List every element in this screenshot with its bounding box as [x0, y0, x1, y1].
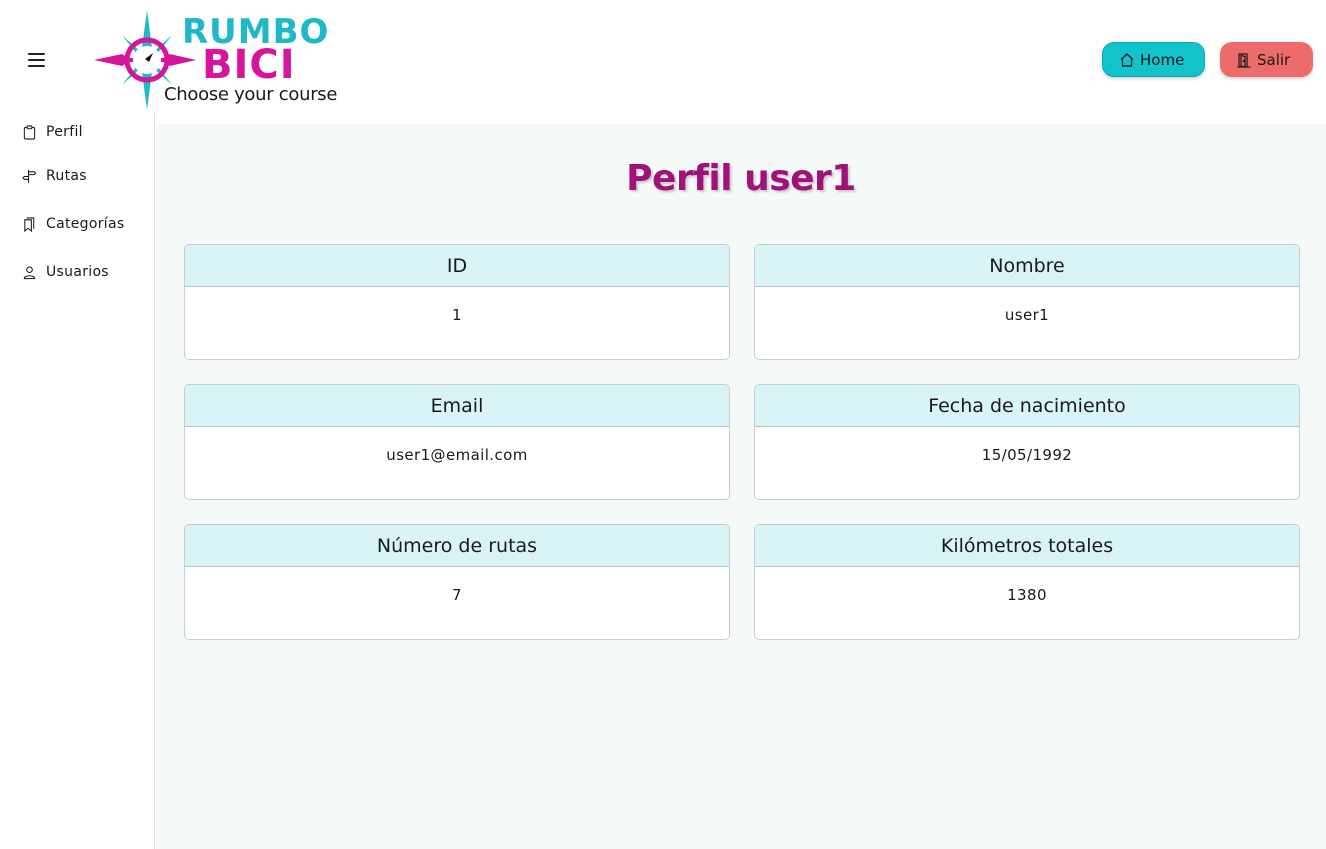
clipboard-icon — [23, 124, 36, 140]
logo-text-bici: BICI — [202, 42, 296, 88]
sidebar: Perfil Rutas Categorías Usuarios — [0, 112, 155, 849]
sidebar-item-usuarios[interactable]: Usuarios — [0, 248, 154, 296]
logout-button-label: Salir — [1257, 50, 1291, 69]
card-header: Email — [185, 385, 729, 427]
card-header: Kilómetros totales — [755, 525, 1299, 567]
card-header: ID — [185, 245, 729, 287]
sidebar-item-label: Perfil — [46, 124, 83, 140]
sidebar-item-rutas[interactable]: Rutas — [0, 152, 154, 200]
profile-card-id: ID 1 — [184, 244, 730, 360]
top-header: RUMBO BICI Choose your course Home Salir — [0, 0, 1326, 122]
logo-tagline: Choose your course — [164, 84, 338, 105]
card-value: 1380 — [1007, 586, 1047, 604]
sidebar-item-label: Categorías — [46, 216, 125, 232]
card-value: 1 — [452, 306, 462, 324]
house-icon — [1120, 52, 1134, 67]
profile-card-kilometros: Kilómetros totales 1380 — [754, 524, 1300, 640]
main-content: Perfil user1 ID 1 Nombre user1 Email use… — [156, 124, 1326, 849]
card-value: 7 — [452, 586, 462, 604]
profile-card-numero-rutas: Número de rutas 7 — [184, 524, 730, 640]
card-header: Número de rutas — [185, 525, 729, 567]
card-value: user1 — [1004, 306, 1050, 324]
profile-card-nombre: Nombre user1 — [754, 244, 1300, 360]
hamburger-menu-icon[interactable] — [24, 48, 50, 74]
person-icon — [23, 265, 36, 279]
profile-card-email: Email user1@email.com — [184, 384, 730, 500]
home-button-label: Home — [1140, 50, 1185, 69]
bookmarks-icon — [24, 216, 35, 232]
sidebar-item-label: Usuarios — [46, 264, 109, 280]
profile-card-fecha-nacimiento: Fecha de nacimiento 15/05/1992 — [754, 384, 1300, 500]
logout-button[interactable]: Salir — [1220, 42, 1313, 77]
card-header: Fecha de nacimiento — [755, 385, 1299, 427]
sidebar-item-label: Rutas — [46, 168, 87, 184]
card-value: user1@email.com — [386, 446, 528, 464]
signpost-icon — [22, 169, 37, 183]
home-button[interactable]: Home — [1102, 42, 1205, 77]
card-value: 15/05/1992 — [981, 446, 1073, 464]
sidebar-item-perfil[interactable]: Perfil — [0, 112, 154, 152]
door-exit-icon — [1237, 52, 1251, 68]
sidebar-item-categorias[interactable]: Categorías — [0, 200, 154, 248]
page-title: Perfil user1 — [626, 158, 856, 199]
rumbo-bici-logo[interactable]: RUMBO BICI Choose your course — [92, 10, 352, 112]
card-header: Nombre — [755, 245, 1299, 287]
